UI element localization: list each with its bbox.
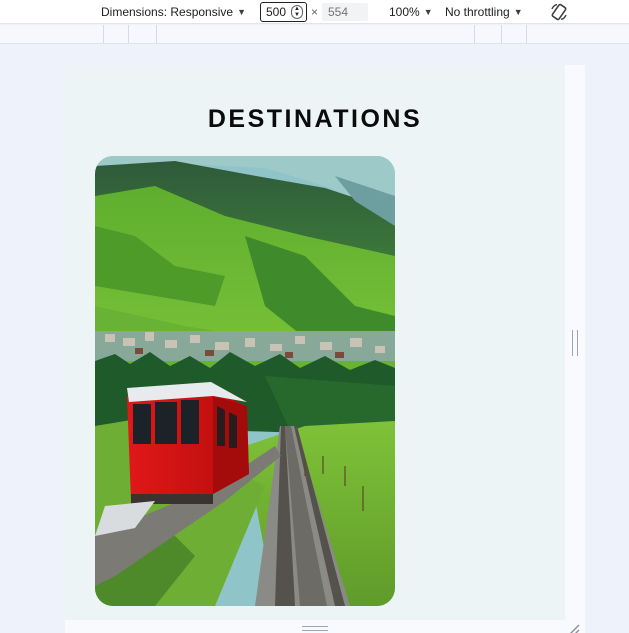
- caret-down-icon: ▼: [513, 7, 523, 17]
- rotate-icon[interactable]: [549, 2, 569, 22]
- dimensions-dropdown[interactable]: Dimensions: Responsive ▼: [101, 0, 246, 24]
- zoom-dropdown[interactable]: 100% ▼: [389, 0, 433, 24]
- throttle-dropdown[interactable]: No throttling ▼: [445, 0, 523, 24]
- resize-handle-right[interactable]: [572, 330, 578, 356]
- throttle-label: No throttling: [445, 5, 510, 19]
- media-query-ruler[interactable]: [0, 25, 629, 44]
- resize-handle-bottom[interactable]: [302, 626, 328, 631]
- destination-image: [95, 156, 395, 606]
- page-title: DESTINATIONS: [207, 105, 423, 133]
- times-symbol: ×: [311, 5, 319, 19]
- height-input[interactable]: [328, 5, 366, 19]
- height-input-box[interactable]: [322, 3, 368, 21]
- zoom-label: 100%: [389, 5, 420, 19]
- caret-down-icon: ▼: [237, 7, 246, 17]
- width-spinner-icon[interactable]: ▲ ▼: [291, 5, 303, 19]
- dimensions-label: Dimensions: Responsive: [101, 5, 234, 19]
- page-viewport: DESTINATIONS: [65, 65, 565, 620]
- device-toolbar: Dimensions: Responsive ▼ ▲▼ × 100% ▼ No …: [0, 0, 629, 24]
- width-input-box[interactable]: ▲▼: [260, 2, 307, 22]
- resize-corner-icon[interactable]: [568, 622, 580, 633]
- width-input[interactable]: [266, 5, 290, 19]
- caret-down-icon: ▼: [423, 7, 433, 17]
